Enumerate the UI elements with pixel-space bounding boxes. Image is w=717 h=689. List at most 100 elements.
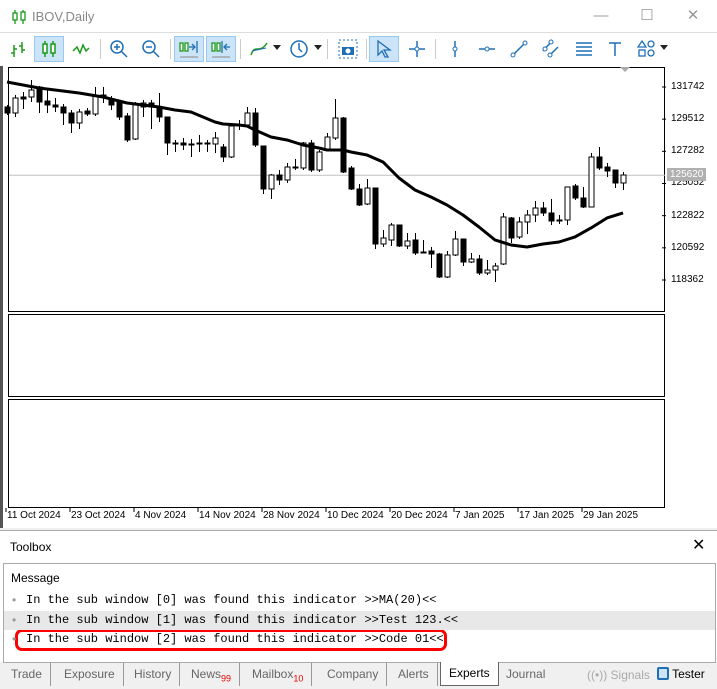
chart-shift-button[interactable] [174, 36, 204, 62]
bull-candle [12, 97, 19, 114]
bear-candle [508, 217, 515, 239]
bull-candle [204, 142, 211, 145]
bear-candle [548, 212, 555, 222]
tab-trade[interactable]: Trade [3, 663, 51, 686]
horizontal-line-button[interactable] [472, 36, 502, 62]
y-tick-label: 127282 [671, 145, 705, 157]
bull-candle [364, 187, 371, 205]
current-price-label: 125620 [667, 168, 707, 181]
x-tick-label: 23 Oct 2024 [71, 510, 126, 521]
bull-candle [324, 136, 331, 150]
tab-journal[interactable]: Journal [498, 663, 553, 686]
timeframe-button[interactable] [284, 36, 314, 62]
zoom-in-button[interactable] [104, 36, 134, 62]
price-chart [4, 67, 666, 512]
log-row[interactable]: • In the sub window [1] was found this in… [4, 611, 715, 630]
bear-candle [84, 110, 91, 115]
log-row[interactable]: • In the sub window [0] was found this in… [4, 591, 715, 610]
bear-candle [348, 167, 355, 190]
maximize-button[interactable]: ☐ [632, 4, 662, 28]
signals-button[interactable]: ((•)) Signals [587, 668, 650, 682]
autoscroll-button[interactable] [206, 36, 236, 62]
bar-chart-icon [11, 42, 25, 57]
tab-exposure[interactable]: Exposure [56, 663, 124, 686]
shapes-icon [637, 39, 655, 57]
bull-candle [228, 125, 235, 158]
bear-candle [260, 145, 267, 190]
bear-candle [68, 112, 75, 124]
log-row[interactable]: • In the sub window [2] was found this in… [4, 630, 715, 649]
trendline-button[interactable] [504, 36, 534, 62]
bull-candle [556, 219, 563, 222]
screenshot-icon [338, 39, 358, 59]
bull-candle [444, 254, 451, 278]
toolbox-close-button[interactable]: ✕ [692, 535, 705, 555]
bear-candle [196, 142, 203, 145]
bull-candle [380, 237, 387, 245]
tab-experts[interactable]: Experts [440, 662, 499, 686]
line-chart-button[interactable] [66, 36, 96, 62]
y-tick-label: 118362 [671, 273, 704, 285]
screenshot-button[interactable] [333, 36, 363, 62]
vertical-line-button[interactable] [440, 36, 470, 62]
toolbox-title: Toolbox [10, 540, 52, 554]
bear-candle [420, 251, 427, 254]
zoom-out-button[interactable] [136, 36, 166, 62]
bull-candle [284, 166, 291, 181]
bear-candle [220, 146, 227, 158]
trendline-icon [510, 40, 528, 58]
bear-candle [20, 96, 27, 100]
tester-button[interactable]: Tester [657, 667, 705, 681]
bear-candle [340, 117, 347, 173]
bear-candle [60, 106, 67, 114]
text-button[interactable] [600, 36, 630, 62]
close-button[interactable]: ✕ [678, 4, 708, 28]
experts-log: Message • In the sub window [0] was found… [3, 563, 716, 663]
channel-button[interactable] [536, 36, 566, 62]
tab-mailbox[interactable]: Mailbox10 [244, 663, 313, 686]
tab-company[interactable]: Company [319, 663, 388, 686]
fibonacci-button[interactable] [569, 36, 599, 62]
fibonacci-icon [576, 42, 592, 56]
bear-candle [460, 238, 467, 263]
bar-chart-button[interactable] [3, 36, 33, 62]
bull-candle [388, 224, 395, 241]
chart-window[interactable]: 131742 129512 127282 125052 122822 120592 1183… [0, 66, 717, 528]
bear-candle [436, 253, 443, 278]
cursor-button[interactable] [369, 36, 399, 62]
shapes-button[interactable] [632, 36, 662, 62]
tab-news[interactable]: News99 [183, 663, 241, 686]
y-tick-label: 120592 [671, 241, 705, 253]
bull-candle [484, 269, 491, 274]
news-badge: 99 [221, 673, 232, 684]
bear-candle [428, 250, 435, 255]
x-tick-label: 14 Nov 2024 [199, 510, 256, 521]
minimize-button[interactable]: — [586, 4, 616, 28]
message-column-header[interactable]: Message [11, 571, 60, 585]
x-tick-label: 29 Jan 2025 [583, 510, 639, 521]
bull-candle [468, 258, 475, 263]
zoom-out-icon [142, 40, 160, 58]
log-message: In the sub window [0] was found this ind… [26, 593, 437, 607]
bear-candle [540, 207, 547, 214]
crosshair-button[interactable] [402, 36, 432, 62]
indicators-button[interactable] [244, 36, 274, 62]
bull-candle [316, 151, 323, 171]
zoom-in-icon [110, 40, 128, 58]
x-tick-label: 10 Dec 2024 [327, 510, 384, 521]
y-tick-label: 131742 [671, 81, 705, 92]
candlestick-button[interactable] [34, 36, 64, 62]
chart-shift-icon [179, 41, 198, 58]
moving-average-line [6, 80, 624, 249]
bear-candle [596, 156, 603, 169]
line-chart-icon [72, 43, 90, 55]
bull-candle [212, 137, 219, 145]
bull-candle [404, 240, 411, 247]
window-title: IBOV,Daily [32, 9, 95, 24]
x-tick-label: 17 Jan 2025 [519, 510, 575, 521]
tab-history[interactable]: History [126, 663, 181, 686]
bear-candle [292, 166, 299, 169]
bull-candle [500, 216, 507, 265]
tab-alerts[interactable]: Alerts [390, 663, 438, 686]
bull-candle [132, 104, 139, 140]
